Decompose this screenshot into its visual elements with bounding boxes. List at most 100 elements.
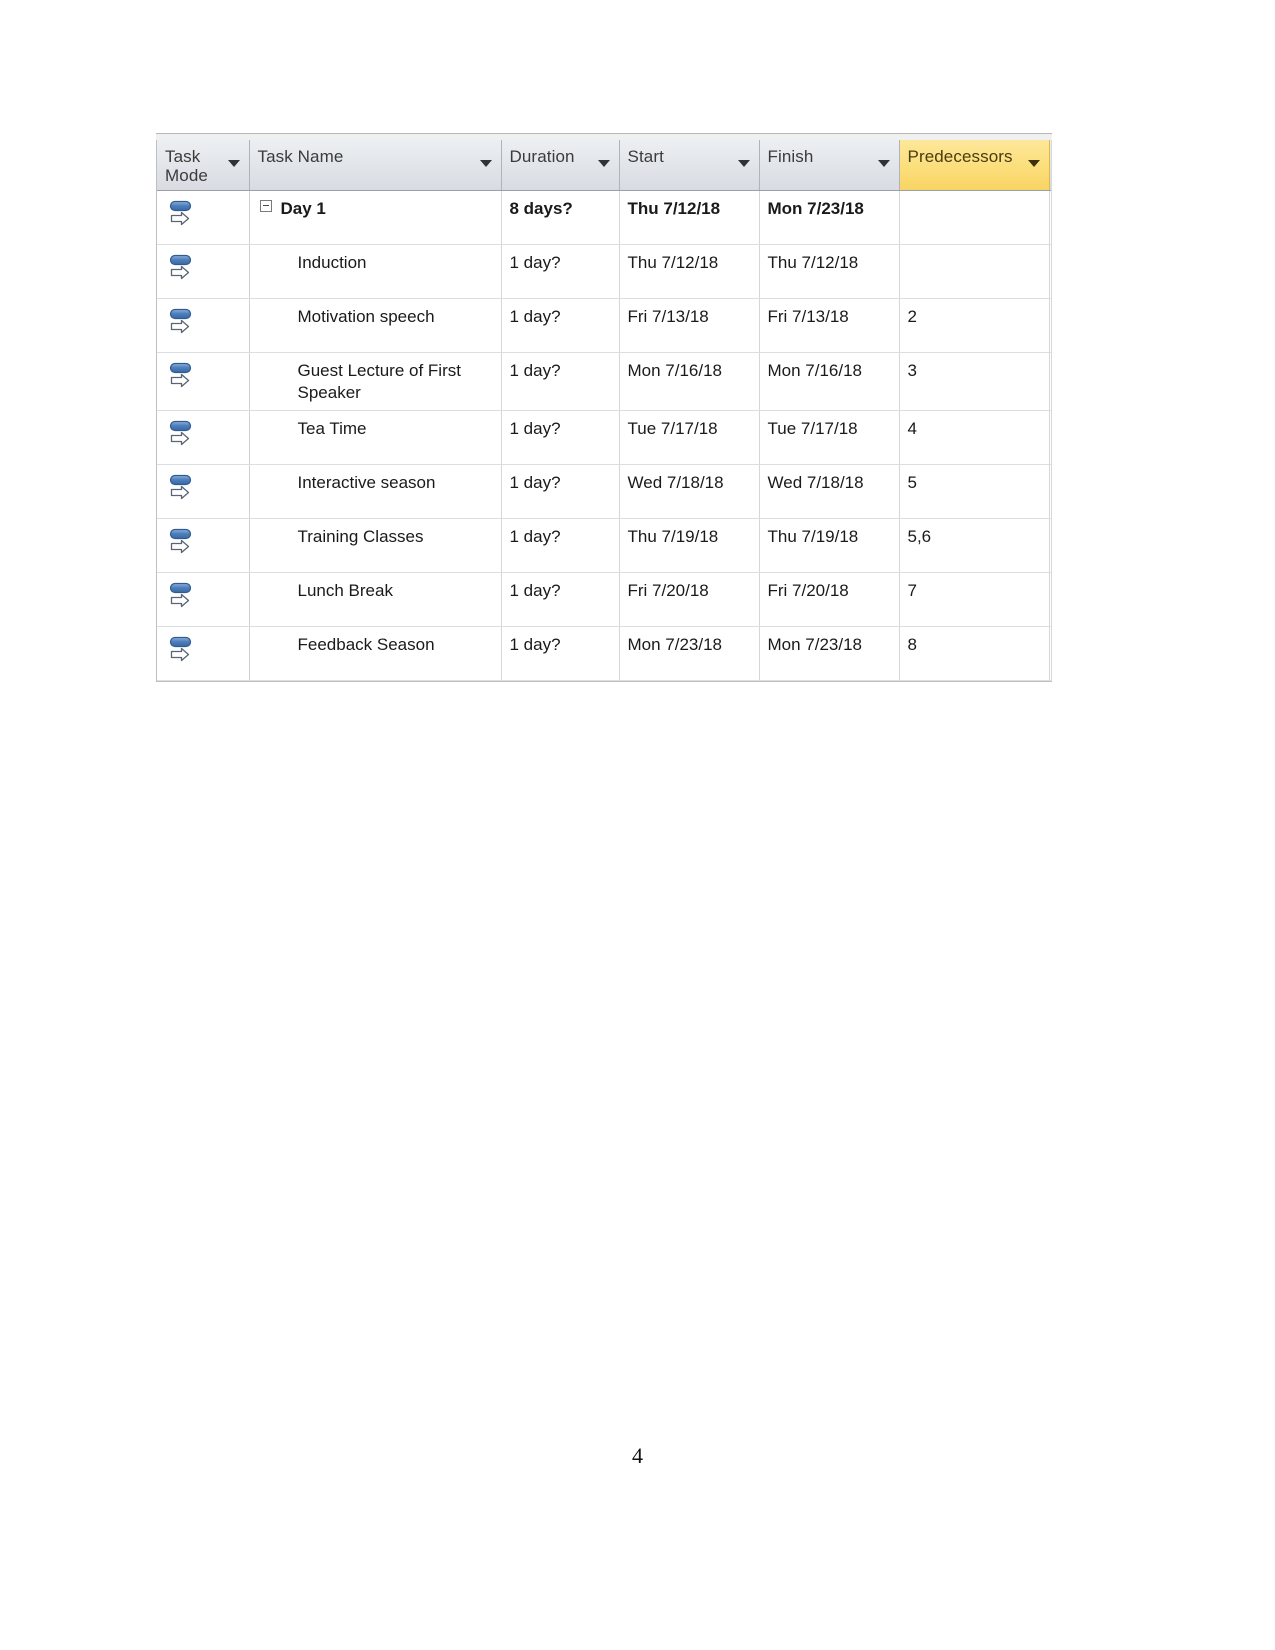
cell-finish[interactable]: Fri 7/20/18 xyxy=(759,572,900,627)
cell-predecessors[interactable]: 7 xyxy=(899,572,1050,627)
cell-finish[interactable]: Thu 7/19/18 xyxy=(759,518,900,573)
column-header-next_col[interactable] xyxy=(1049,140,1051,191)
chevron-down-icon[interactable] xyxy=(877,160,890,167)
duration-label: 1 day? xyxy=(509,306,561,326)
cell-start[interactable]: Mon 7/16/18 xyxy=(619,352,760,411)
cell-duration[interactable]: 1 day? xyxy=(501,518,620,573)
auto-scheduled-icon[interactable] xyxy=(169,582,199,614)
table-row[interactable]: Lunch Break 1 day? Fri 7/20/18 Fri 7/20/18 7 xyxy=(157,572,1051,627)
cell-duration[interactable]: 1 day? xyxy=(501,244,620,299)
cell-task-mode[interactable] xyxy=(157,352,250,411)
cell-next-column[interactable] xyxy=(1049,298,1051,353)
cell-task-mode[interactable] xyxy=(157,572,250,627)
cell-finish[interactable]: Thu 7/12/18 xyxy=(759,244,900,299)
cell-duration[interactable]: 1 day? xyxy=(501,464,620,519)
cell-predecessors[interactable]: 4 xyxy=(899,410,1050,465)
auto-scheduled-icon[interactable] xyxy=(169,200,199,232)
cell-start[interactable]: Tue 7/17/18 xyxy=(619,410,760,465)
cell-next-column[interactable] xyxy=(1049,626,1051,681)
cell-finish[interactable]: Tue 7/17/18 xyxy=(759,410,900,465)
cell-start[interactable]: Fri 7/20/18 xyxy=(619,572,760,627)
cell-finish[interactable]: Fri 7/13/18 xyxy=(759,298,900,353)
auto-scheduled-icon[interactable] xyxy=(169,362,199,394)
cell-task-mode[interactable] xyxy=(157,464,250,519)
table-row[interactable]: Day 1 8 days? Thu 7/12/18 Mon 7/23/18 xyxy=(157,190,1051,245)
cell-finish[interactable]: Wed 7/18/18 xyxy=(759,464,900,519)
column-header-duration[interactable]: Duration xyxy=(501,140,620,191)
cell-task-name[interactable]: Training Classes xyxy=(249,518,502,573)
cell-next-column[interactable] xyxy=(1049,518,1051,573)
cell-next-column[interactable] xyxy=(1049,190,1051,245)
chevron-down-icon[interactable] xyxy=(737,160,750,167)
table-row[interactable]: Induction 1 day? Thu 7/12/18 Thu 7/12/18 xyxy=(157,244,1051,299)
cell-task-mode[interactable] xyxy=(157,244,250,299)
cell-predecessors[interactable] xyxy=(899,244,1050,299)
cell-next-column[interactable] xyxy=(1049,464,1051,519)
cell-task-name[interactable]: Lunch Break xyxy=(249,572,502,627)
cell-task-mode[interactable] xyxy=(157,190,250,245)
duration-label: 8 days? xyxy=(509,198,573,218)
table-row[interactable]: Interactive season 1 day? Wed 7/18/18 Wed 7… xyxy=(157,464,1051,519)
table-row[interactable]: Tea Time 1 day? Tue 7/17/18 Tue 7/17/18 4 xyxy=(157,410,1051,465)
cell-next-column[interactable] xyxy=(1049,410,1051,465)
cell-start[interactable]: Mon 7/23/18 xyxy=(619,626,760,681)
cell-task-mode[interactable] xyxy=(157,626,250,681)
collapse-minus-icon[interactable] xyxy=(259,199,272,212)
cell-task-name[interactable]: Feedback Season xyxy=(249,626,502,681)
cell-task-mode[interactable] xyxy=(157,298,250,353)
cell-predecessors[interactable]: 5,6 xyxy=(899,518,1050,573)
cell-start[interactable]: Wed 7/18/18 xyxy=(619,464,760,519)
cell-start[interactable]: Thu 7/19/18 xyxy=(619,518,760,573)
cell-task-name[interactable]: Motivation speech xyxy=(249,298,502,353)
cell-duration[interactable]: 1 day? xyxy=(501,626,620,681)
cell-next-column[interactable] xyxy=(1049,244,1051,299)
cell-predecessors[interactable]: 2 xyxy=(899,298,1050,353)
cell-task-name[interactable]: Guest Lecture of First Speaker xyxy=(249,352,502,411)
cell-finish[interactable]: Mon 7/23/18 xyxy=(759,190,900,245)
column-header-task_name[interactable]: Task Name xyxy=(249,140,502,191)
column-header-finish[interactable]: Finish xyxy=(759,140,900,191)
cell-task-mode[interactable] xyxy=(157,518,250,573)
cell-task-name[interactable]: Tea Time xyxy=(249,410,502,465)
column-header-task_mode[interactable]: Task Mode xyxy=(157,140,250,191)
cell-next-column[interactable] xyxy=(1049,572,1051,627)
cell-duration[interactable]: 1 day? xyxy=(501,298,620,353)
cell-task-mode[interactable] xyxy=(157,410,250,465)
chevron-down-icon[interactable] xyxy=(597,160,610,167)
column-header-label: Task Name xyxy=(257,147,344,166)
cell-next-column[interactable] xyxy=(1049,352,1051,411)
chevron-down-icon[interactable] xyxy=(1027,160,1040,167)
cell-predecessors[interactable]: 3 xyxy=(899,352,1050,411)
cell-start[interactable]: Thu 7/12/18 xyxy=(619,190,760,245)
cell-predecessors[interactable]: 5 xyxy=(899,464,1050,519)
cell-duration[interactable]: 1 day? xyxy=(501,410,620,465)
duration-label: 1 day? xyxy=(509,580,561,600)
chevron-down-icon[interactable] xyxy=(227,160,240,167)
cell-task-name[interactable]: Interactive season xyxy=(249,464,502,519)
auto-scheduled-icon[interactable] xyxy=(169,420,199,452)
cell-finish[interactable]: Mon 7/23/18 xyxy=(759,626,900,681)
table-row[interactable]: Motivation speech 1 day? Fri 7/13/18 Fri 7/… xyxy=(157,298,1051,353)
cell-start[interactable]: Thu 7/12/18 xyxy=(619,244,760,299)
table-row[interactable]: Feedback Season 1 day? Mon 7/23/18 Mon 7/23… xyxy=(157,626,1051,681)
auto-scheduled-icon[interactable] xyxy=(169,636,199,668)
start-date-label: Thu 7/19/18 xyxy=(627,526,719,546)
auto-scheduled-icon[interactable] xyxy=(169,254,199,286)
table-row[interactable]: Training Classes 1 day? Thu 7/19/18 Thu 7/1… xyxy=(157,518,1051,573)
table-row[interactable]: Guest Lecture of First Speaker 1 day? Mon … xyxy=(157,352,1051,411)
auto-scheduled-icon[interactable] xyxy=(169,308,199,340)
cell-duration[interactable]: 1 day? xyxy=(501,572,620,627)
cell-start[interactable]: Fri 7/13/18 xyxy=(619,298,760,353)
column-header-start[interactable]: Start xyxy=(619,140,760,191)
cell-predecessors[interactable]: 8 xyxy=(899,626,1050,681)
cell-finish[interactable]: Mon 7/16/18 xyxy=(759,352,900,411)
column-header-predecessors[interactable]: Predecessors xyxy=(899,140,1050,191)
auto-scheduled-icon[interactable] xyxy=(169,528,199,560)
cell-task-name[interactable]: Day 1 xyxy=(249,190,502,245)
cell-duration[interactable]: 1 day? xyxy=(501,352,620,411)
auto-scheduled-icon[interactable] xyxy=(169,474,199,506)
cell-duration[interactable]: 8 days? xyxy=(501,190,620,245)
chevron-down-icon[interactable] xyxy=(479,160,492,167)
cell-predecessors[interactable] xyxy=(899,190,1050,245)
cell-task-name[interactable]: Induction xyxy=(249,244,502,299)
